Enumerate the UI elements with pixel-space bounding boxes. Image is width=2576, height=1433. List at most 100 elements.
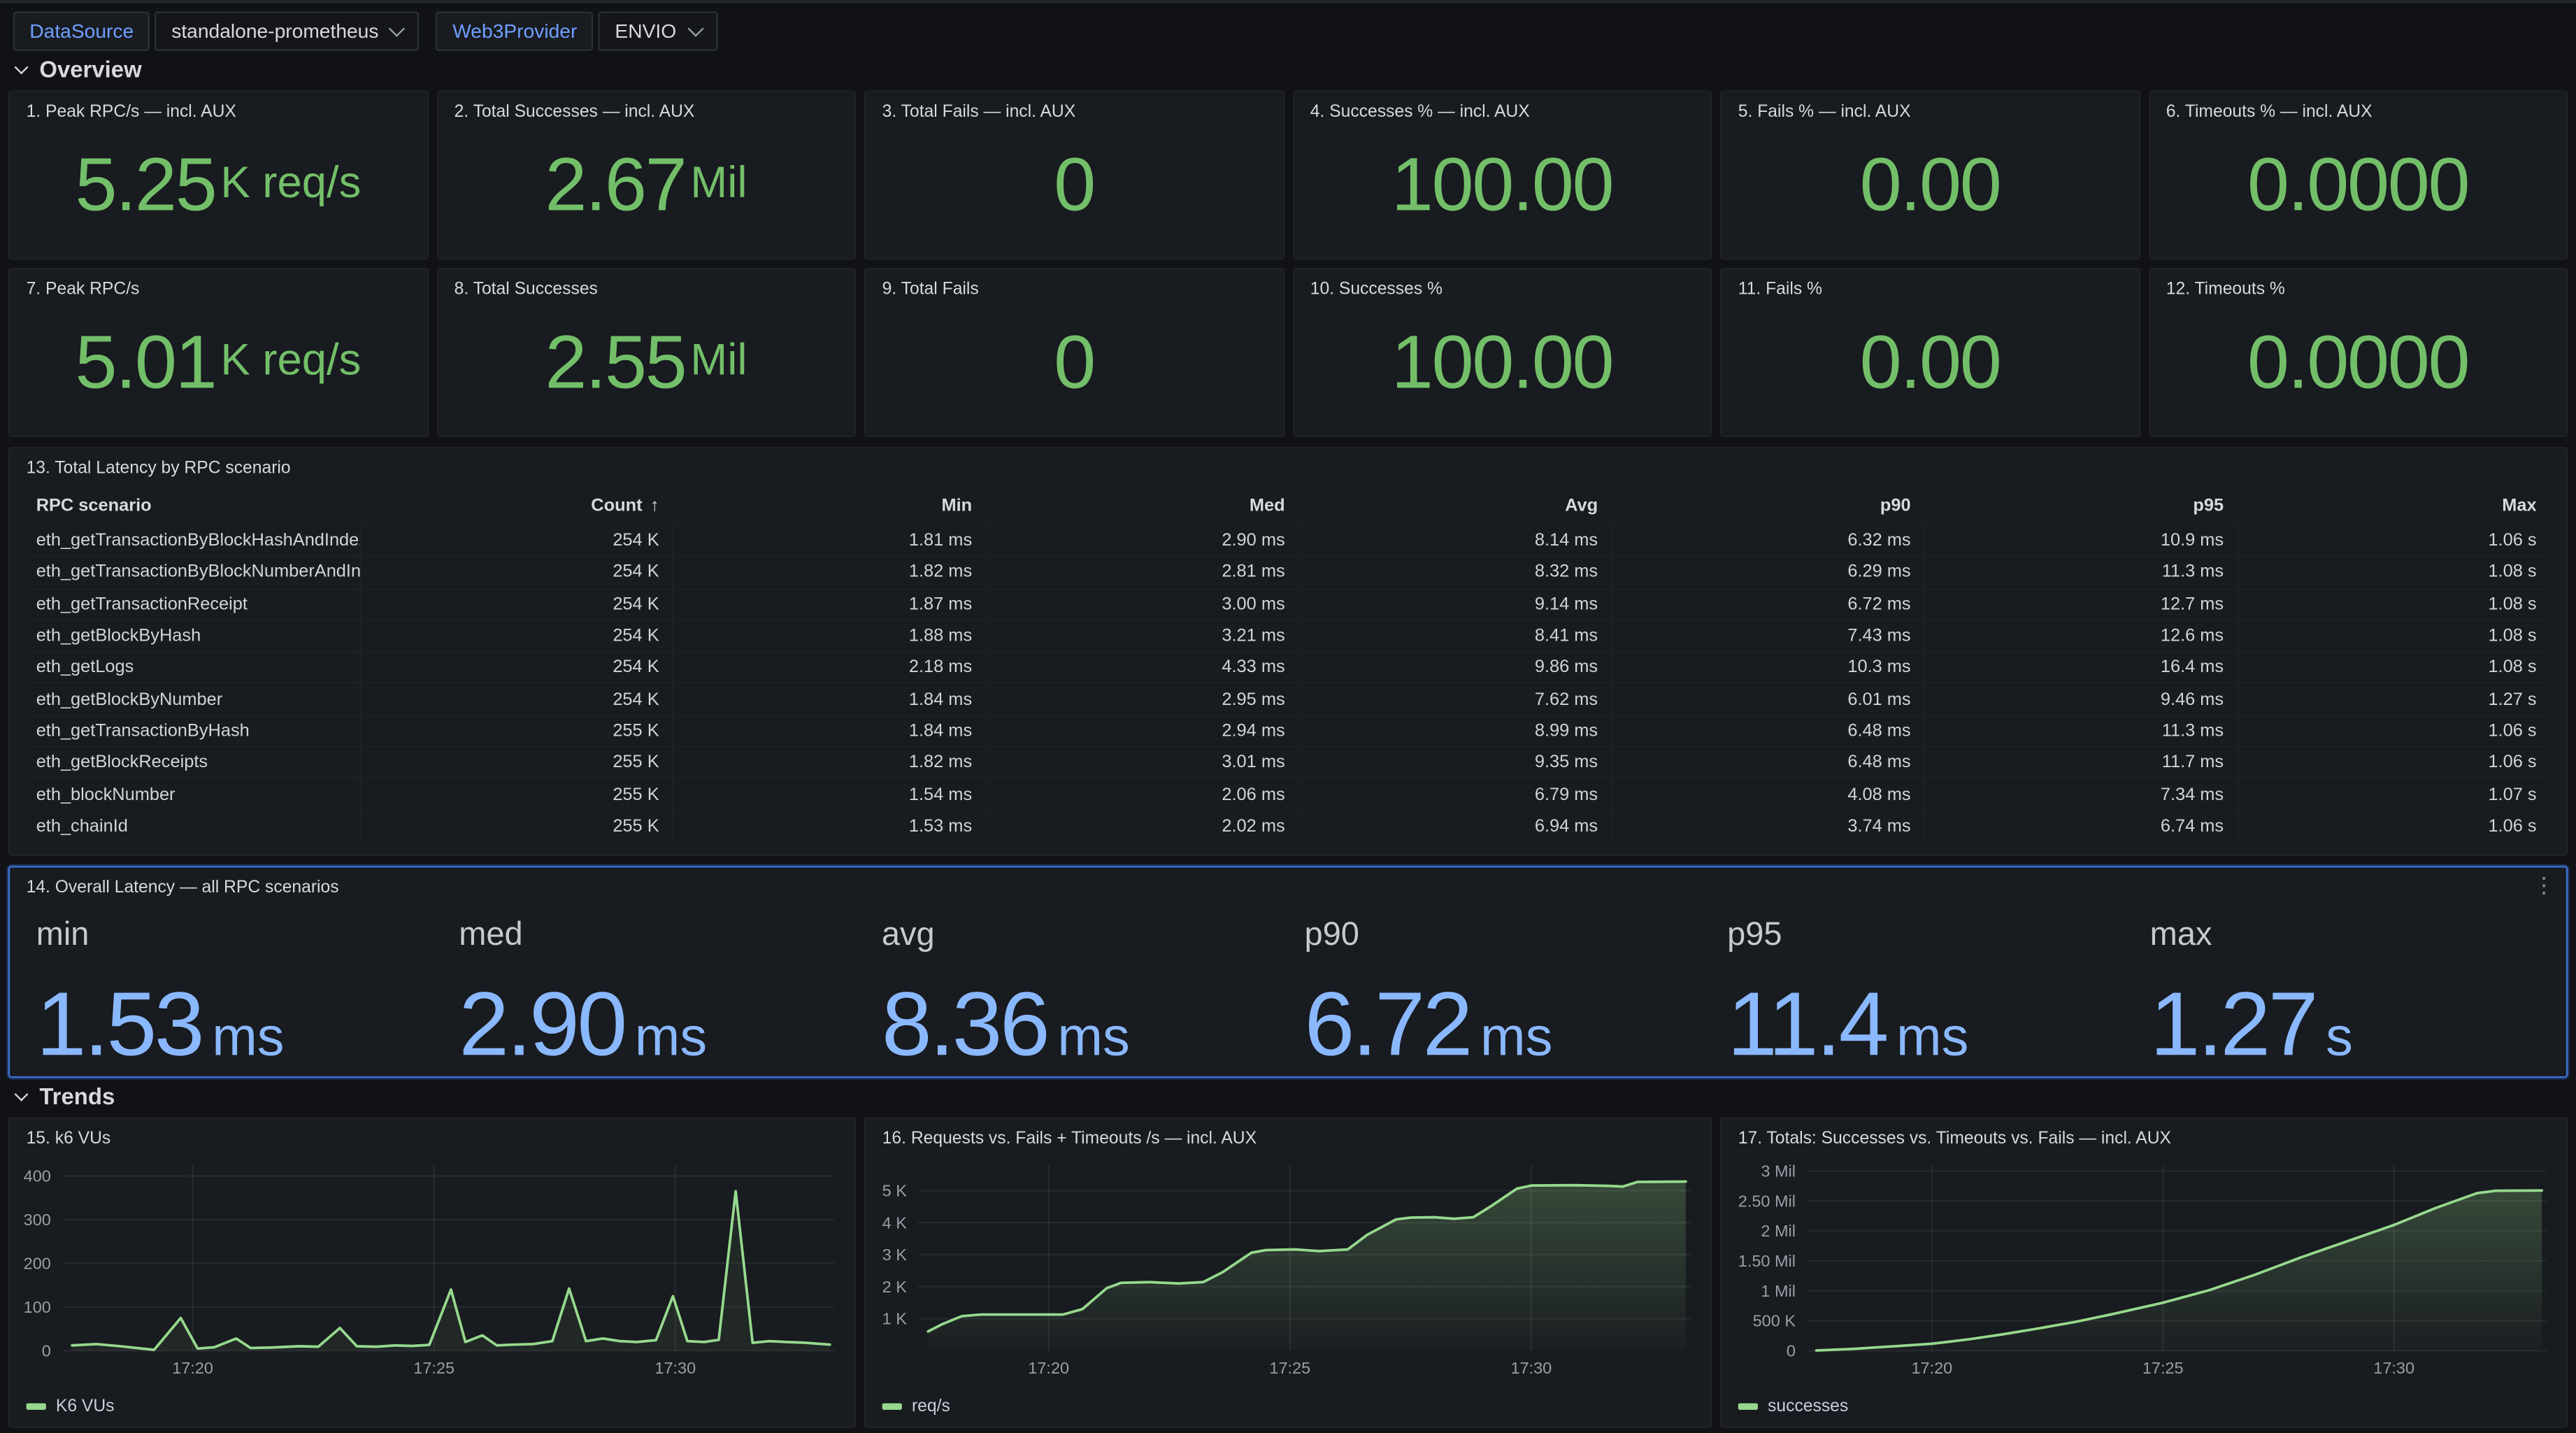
section-header-overview[interactable]: Overview bbox=[16, 56, 141, 83]
table-cell: 11.3 ms bbox=[1924, 716, 2237, 746]
stat-value: 2.67Mil bbox=[448, 118, 844, 248]
stat-panel: 7. Peak RPC/s5.01K req/s bbox=[8, 268, 428, 437]
overall-stat-label: max bbox=[2150, 917, 2556, 955]
stat-number: 5.25 bbox=[75, 139, 215, 228]
svg-text:17:30: 17:30 bbox=[654, 1359, 696, 1377]
stat-value: 0.0000 bbox=[2159, 118, 2556, 248]
chart-plot-area: 0500 K1 Mil1.50 Mil2 Mil2.50 Mil3 Mil17:… bbox=[1731, 1155, 2556, 1381]
table-header-max[interactable]: Max bbox=[2237, 488, 2549, 525]
stat-value: 0.00 bbox=[1731, 118, 2128, 248]
table-header-med[interactable]: Med bbox=[985, 488, 1298, 525]
stat-panel: 5. Fails % — incl. AUX0.00 bbox=[1720, 90, 2140, 259]
svg-text:0: 0 bbox=[42, 1342, 51, 1360]
panel-title[interactable]: 16. Requests vs. Fails + Timeouts /s — i… bbox=[882, 1129, 1257, 1148]
overall-stat-value: 1.53ms bbox=[36, 971, 443, 1076]
table-cell: eth_getBlockReceipts bbox=[27, 748, 359, 778]
svg-text:3 K: 3 K bbox=[882, 1246, 908, 1264]
trend-charts-row: 15. k6 VUs010020030040017:2017:2517:30K6… bbox=[8, 1118, 2568, 1428]
table-cell: 6.74 ms bbox=[1924, 811, 2237, 841]
panel-title[interactable]: 13. Total Latency by RPC scenario bbox=[27, 459, 291, 478]
table-header-count[interactable]: Count↑ bbox=[359, 488, 672, 525]
table-cell: 255 K bbox=[359, 716, 672, 746]
top-edge-strip bbox=[0, 0, 2576, 3]
stat-value: 2.55Mil bbox=[448, 296, 844, 426]
table-cell: 6.48 ms bbox=[1611, 716, 1924, 746]
variable-value-dropdown[interactable]: standalone-prometheus bbox=[155, 11, 420, 50]
stat-number: 0 bbox=[1054, 139, 1094, 228]
svg-text:2 Mil: 2 Mil bbox=[1761, 1222, 1796, 1240]
overall-stat: med2.90ms bbox=[443, 907, 866, 1076]
panel-title[interactable]: 14. Overall Latency — all RPC scenarios bbox=[27, 878, 339, 897]
table-cell: 1.84 ms bbox=[672, 685, 985, 715]
stat-number: 100.00 bbox=[1391, 139, 1612, 228]
variable-label-web3provider[interactable]: Web3Provider bbox=[436, 11, 594, 50]
svg-text:2.50 Mil: 2.50 Mil bbox=[1738, 1192, 1796, 1210]
table-cell: 6.48 ms bbox=[1611, 748, 1924, 778]
stat-value: 5.01K req/s bbox=[20, 296, 416, 426]
table-row: eth_blockNumber255 K1.54 ms2.06 ms6.79 m… bbox=[27, 778, 2550, 809]
table-cell: 9.35 ms bbox=[1298, 748, 1610, 778]
legend-item[interactable]: K6 VUs bbox=[27, 1397, 115, 1416]
table-header-p95[interactable]: p95 bbox=[1924, 488, 2237, 525]
chart-panel-totals-successes: 17. Totals: Successes vs. Timeouts vs. F… bbox=[1720, 1118, 2568, 1428]
table-cell: eth_getBlockByNumber bbox=[27, 685, 359, 715]
svg-text:17:25: 17:25 bbox=[413, 1359, 455, 1377]
stat-number: 11.4 bbox=[1727, 973, 1887, 1075]
table-cell: eth_getLogs bbox=[27, 653, 359, 683]
table-cell: 8.32 ms bbox=[1298, 557, 1610, 587]
table-cell: eth_getTransactionByBlockNumberAndIndex bbox=[27, 557, 359, 587]
stat-value: 0 bbox=[875, 296, 1272, 426]
chart-panel-req-per-s: 16. Requests vs. Fails + Timeouts /s — i… bbox=[864, 1118, 1712, 1428]
table-header-rpc-scenario[interactable]: RPC scenario bbox=[27, 488, 359, 525]
overall-stat-value: 1.27s bbox=[2150, 971, 2556, 1076]
table-cell: eth_getTransactionReceipt bbox=[27, 590, 359, 620]
table-cell: 8.41 ms bbox=[1298, 621, 1610, 651]
table-cell: eth_blockNumber bbox=[27, 780, 359, 810]
table-cell: 3.01 ms bbox=[985, 748, 1298, 778]
stat-unit: ms bbox=[635, 1006, 707, 1067]
panel-menu-icon[interactable]: ⋮ bbox=[2533, 874, 2555, 896]
stat-number: 2.55 bbox=[545, 316, 685, 405]
legend-item[interactable]: req/s bbox=[882, 1397, 950, 1416]
svg-text:4 K: 4 K bbox=[882, 1213, 908, 1232]
svg-text:17:30: 17:30 bbox=[1510, 1359, 1552, 1377]
table-cell: 254 K bbox=[359, 590, 672, 620]
stat-unit: s bbox=[2326, 1006, 2353, 1067]
table-cell: 12.6 ms bbox=[1924, 621, 2237, 651]
section-header-trends[interactable]: Trends bbox=[16, 1083, 115, 1109]
stat-number: 0.00 bbox=[1860, 316, 2001, 405]
overall-stat-value: 11.4ms bbox=[1727, 971, 2133, 1076]
overall-stat-value: 6.72ms bbox=[1304, 971, 1710, 1076]
svg-text:1 Mil: 1 Mil bbox=[1761, 1282, 1796, 1300]
svg-text:0: 0 bbox=[1787, 1342, 1796, 1360]
panel-title[interactable]: 15. k6 VUs bbox=[27, 1129, 111, 1148]
table-cell: 1.84 ms bbox=[672, 716, 985, 746]
overall-stat-value: 2.90ms bbox=[459, 971, 865, 1076]
table-header-p90[interactable]: p90 bbox=[1611, 488, 1924, 525]
svg-text:17:20: 17:20 bbox=[172, 1359, 213, 1377]
table-header-min[interactable]: Min bbox=[672, 488, 985, 525]
table-cell: 1.08 s bbox=[2237, 590, 2549, 620]
latency-table-panel: 13. Total Latency by RPC scenario RPC sc… bbox=[8, 447, 2568, 856]
svg-text:200: 200 bbox=[24, 1255, 51, 1273]
table-cell: 12.7 ms bbox=[1924, 590, 2237, 620]
stat-row-2: 7. Peak RPC/s5.01K req/s8. Total Success… bbox=[8, 268, 2568, 437]
variable-value-dropdown[interactable]: ENVIO bbox=[599, 11, 717, 50]
table-cell: 255 K bbox=[359, 748, 672, 778]
svg-text:5 K: 5 K bbox=[882, 1182, 908, 1200]
svg-text:400: 400 bbox=[24, 1167, 51, 1185]
table-cell: 1.54 ms bbox=[672, 780, 985, 810]
sort-asc-icon: ↑ bbox=[650, 497, 659, 516]
section-title: Overview bbox=[39, 56, 141, 83]
variable-label-datasource[interactable]: DataSource bbox=[13, 11, 150, 50]
table-cell: 1.88 ms bbox=[672, 621, 985, 651]
legend-item[interactable]: successes bbox=[1738, 1397, 1848, 1416]
table-header-avg[interactable]: Avg bbox=[1298, 488, 1610, 525]
stat-panel: 2. Total Successes — incl. AUX2.67Mil bbox=[436, 90, 856, 259]
svg-text:500 K: 500 K bbox=[1753, 1312, 1796, 1330]
table-cell: 1.08 s bbox=[2237, 653, 2549, 683]
table-cell: 1.06 s bbox=[2237, 748, 2549, 778]
table-cell: eth_getBlockByHash bbox=[27, 621, 359, 651]
legend-swatch bbox=[1738, 1404, 1758, 1409]
panel-title[interactable]: 17. Totals: Successes vs. Timeouts vs. F… bbox=[1738, 1129, 2171, 1148]
